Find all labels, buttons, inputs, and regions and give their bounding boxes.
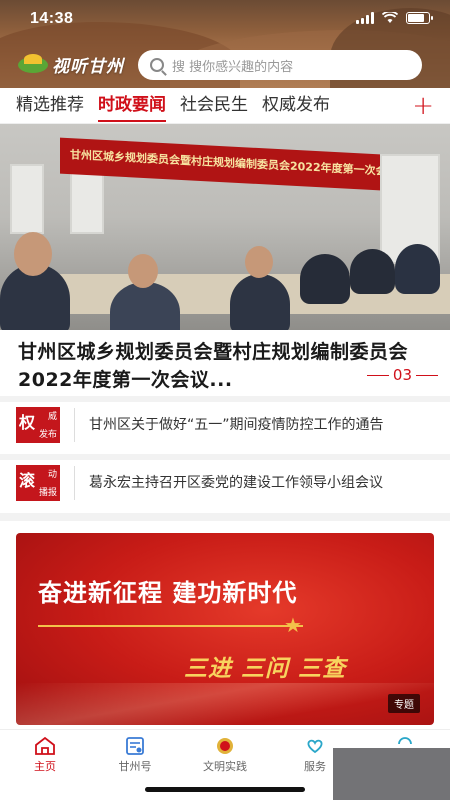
search-input[interactable]: 搜 搜你感兴趣的内容: [138, 50, 422, 80]
tab-politics[interactable]: 时政要闻: [98, 88, 166, 124]
nav-label: 主页: [34, 760, 56, 773]
add-tab-button[interactable]: +: [412, 90, 434, 122]
home-indicator[interactable]: [145, 787, 305, 792]
hero-image[interactable]: 甘州区城乡规划委员会暨村庄规划编制委员会2022年度第一次会议: [0, 124, 450, 330]
tab-official[interactable]: 权威发布: [262, 88, 330, 124]
home-icon: [35, 736, 55, 755]
status-time: 14:38: [30, 10, 74, 27]
news-title: 甘州区关于做好“五一”期间疫情防控工作的通告: [89, 417, 384, 433]
app-logo: 视听甘州: [18, 52, 124, 77]
rolling-news-badge-icon: 滚 动 播报: [16, 465, 60, 501]
status-bar: 14:38: [0, 0, 450, 40]
star-icon: ★: [284, 613, 302, 637]
overlay-panel: [333, 748, 450, 800]
person-figure: [350, 249, 395, 294]
nav-label: 文明实践: [203, 760, 247, 773]
search-placeholder: 搜 搜你感兴趣的内容: [172, 59, 294, 75]
status-icons: [356, 12, 433, 24]
person-head: [245, 246, 273, 278]
heart-hands-icon: [307, 739, 323, 754]
news-card-icon: [126, 737, 144, 755]
official-release-badge-icon: 权 威 发布: [16, 407, 60, 443]
hero-headline[interactable]: 甘州区城乡规划委员会暨村庄规划编制委员会2022年度第一次会议... 03: [18, 338, 438, 394]
search-icon: [150, 58, 164, 72]
emblem-icon: [217, 738, 233, 754]
list-item[interactable]: 滚 动 播报 葛永宏主持召开区委党的建设工作领导小组会议: [16, 460, 436, 506]
meeting-banner: 甘州区城乡规划委员会暨村庄规划编制委员会2022年度第一次会议: [60, 137, 380, 191]
list-item[interactable]: 权 威 发布 甘州区关于做好“五一”期间疫情防控工作的通告: [16, 402, 436, 448]
battery-icon: [406, 12, 433, 24]
person-figure: [230, 274, 290, 330]
divider: [0, 513, 450, 521]
promo-banner[interactable]: 奋进新征程 建功新时代 ★ 三进 三问 三查 专题: [16, 533, 434, 725]
tab-featured[interactable]: 精选推荐: [16, 88, 84, 124]
logo-icon: [18, 53, 48, 76]
nav-home[interactable]: 主页: [0, 730, 90, 800]
cellular-signal-icon: [356, 12, 374, 24]
nav-label: 服务: [304, 760, 326, 773]
person-figure: [395, 244, 440, 294]
category-tabs: 精选推荐 时政要闻 社会民生 权威发布 +: [0, 88, 450, 124]
page-number: 03: [392, 366, 412, 384]
news-title: 葛永宏主持召开区委党的建设工作领导小组会议: [89, 475, 383, 491]
person-head: [14, 232, 52, 276]
nav-label: 甘州号: [118, 760, 152, 773]
promo-subtitle: 三进 三问 三查: [184, 656, 347, 682]
app-header: 14:38 视听甘州 搜 搜你感兴趣的内容: [0, 0, 450, 88]
logo-text: 视听甘州: [52, 57, 124, 77]
promo-slogan: 奋进新征程 建功新时代: [38, 579, 298, 607]
person-figure: [300, 254, 350, 304]
wifi-icon: [382, 12, 398, 23]
topic-tag: 专题: [388, 694, 420, 713]
tab-society[interactable]: 社会民生: [180, 88, 248, 124]
carousel-page-indicator: 03: [366, 366, 438, 384]
person-head: [128, 254, 158, 288]
